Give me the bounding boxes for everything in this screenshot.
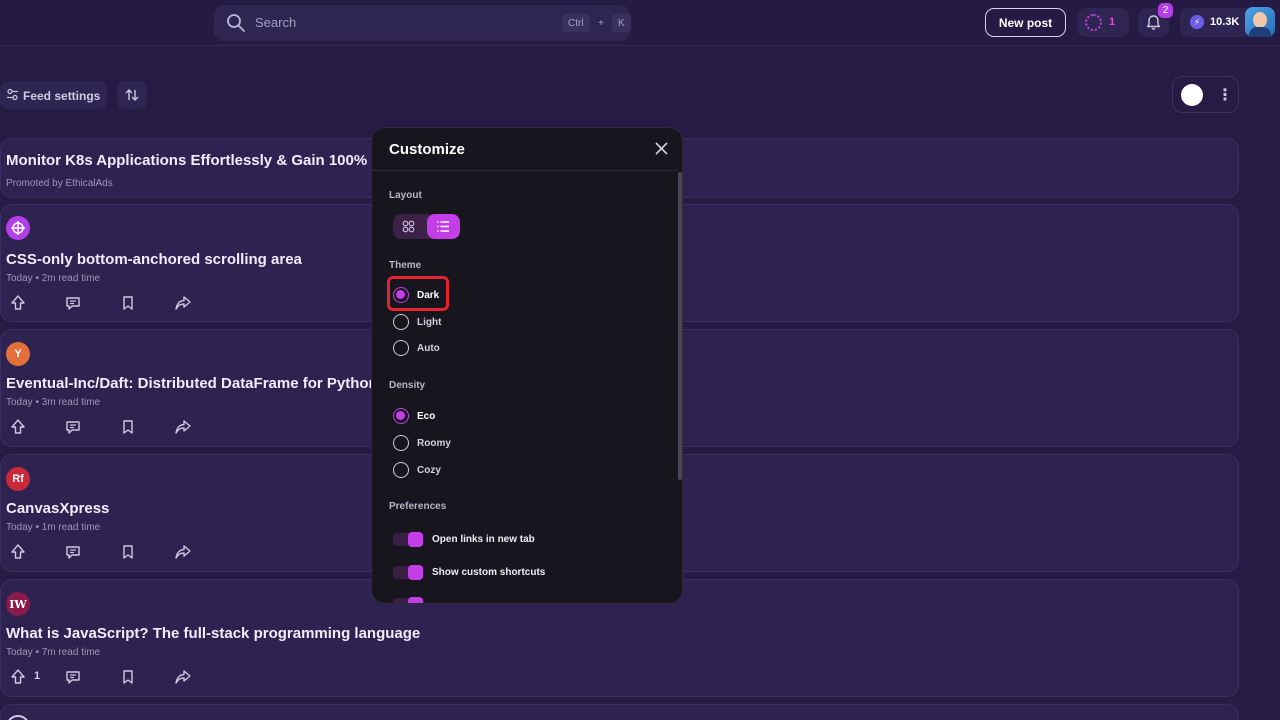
avatar-shirt bbox=[1249, 27, 1271, 37]
feed-settings-button[interactable]: Feed settings bbox=[0, 81, 107, 109]
share-icon[interactable] bbox=[174, 418, 192, 436]
scrollbar-thumb[interactable] bbox=[678, 172, 682, 480]
sliders-icon bbox=[7, 88, 18, 101]
modal-scrollbar[interactable] bbox=[677, 170, 682, 603]
search-bar[interactable]: Search Ctrl + K bbox=[214, 5, 631, 41]
crosshair-icon bbox=[11, 221, 25, 235]
avatar-face bbox=[1253, 12, 1267, 28]
upvote-icon[interactable] bbox=[9, 543, 27, 561]
card-title: What is JavaScript? The full-stack progr… bbox=[6, 625, 421, 642]
bookmark-icon[interactable] bbox=[119, 668, 137, 686]
card-actions bbox=[9, 418, 209, 436]
upvote-icon[interactable] bbox=[9, 418, 27, 436]
source-icon bbox=[6, 715, 30, 720]
theme-label-auto[interactable]: Auto bbox=[417, 343, 440, 354]
open-links-label: Open links in new tab bbox=[432, 534, 535, 545]
list-layout-button[interactable] bbox=[427, 214, 460, 239]
density-radio-eco[interactable] bbox=[393, 408, 409, 424]
profile-avatar[interactable] bbox=[1245, 7, 1275, 37]
theme-label-light[interactable]: Light bbox=[417, 317, 441, 328]
theme-radio-light[interactable] bbox=[393, 314, 409, 330]
reading-streak-button[interactable]: 1 bbox=[1077, 8, 1129, 37]
density-label-eco[interactable]: Eco bbox=[417, 411, 435, 422]
density-radio-roomy[interactable] bbox=[393, 435, 409, 451]
grid-layout-icon[interactable] bbox=[402, 220, 415, 233]
card-meta: Today • 2m read time bbox=[6, 273, 101, 284]
card-title: CanvasXpress bbox=[6, 500, 110, 517]
density-radio-cozy[interactable] bbox=[393, 462, 409, 478]
share-icon[interactable] bbox=[174, 543, 192, 561]
card-title: Eventual-Inc/Daft: Distributed DataFrame… bbox=[6, 375, 375, 392]
source-icon: Y bbox=[6, 342, 30, 366]
source-icon: IW bbox=[6, 592, 30, 616]
modal-title: Customize bbox=[389, 141, 465, 158]
close-icon[interactable] bbox=[655, 142, 668, 155]
upvote-icon[interactable] bbox=[9, 668, 27, 686]
highlight-box bbox=[387, 276, 449, 311]
more-options-icon[interactable]: ⋮ bbox=[1217, 85, 1233, 105]
modal-header: Customize bbox=[372, 128, 682, 171]
upvote-icon[interactable] bbox=[9, 294, 27, 312]
bookmark-icon[interactable] bbox=[119, 294, 137, 312]
streak-ring-icon bbox=[1085, 14, 1102, 31]
card-meta: Today • 7m read time bbox=[6, 647, 101, 658]
card-actions bbox=[9, 294, 209, 312]
shortcut-k-key: K bbox=[612, 14, 631, 32]
theme-section-label: Theme bbox=[389, 260, 422, 271]
toggle-knob bbox=[408, 532, 423, 547]
partial-toggle[interactable] bbox=[393, 597, 424, 603]
density-label-cozy[interactable]: Cozy bbox=[417, 465, 441, 476]
comment-icon[interactable] bbox=[64, 543, 82, 561]
shortcut-plus: + bbox=[598, 17, 604, 29]
github-icon[interactable] bbox=[1181, 84, 1203, 106]
top-bar: Search Ctrl + K New post 1 2 ⚡ 10.3K bbox=[0, 0, 1280, 46]
card-title: CSS-only bottom-anchored scrolling area bbox=[6, 251, 302, 268]
show-shortcuts-label: Show custom shortcuts bbox=[432, 567, 546, 578]
sort-arrows-icon bbox=[125, 89, 139, 101]
search-placeholder: Search bbox=[255, 15, 297, 30]
card-actions: 1 bbox=[9, 668, 209, 686]
streak-count: 1 bbox=[1109, 16, 1116, 28]
density-section-label: Density bbox=[389, 380, 426, 391]
toggle-knob bbox=[408, 597, 423, 603]
shortcut-ctrl-key: Ctrl bbox=[562, 14, 590, 32]
open-links-toggle[interactable] bbox=[393, 532, 424, 547]
layout-section-label: Layout bbox=[389, 190, 422, 201]
card-meta: Today • 1m read time bbox=[6, 522, 101, 533]
card-meta: Today • 3m read time bbox=[6, 397, 101, 408]
comment-icon[interactable] bbox=[64, 418, 82, 436]
upvote-count: 1 bbox=[34, 670, 41, 682]
source-icon bbox=[6, 216, 30, 240]
lightning-icon: ⚡ bbox=[1190, 15, 1204, 29]
bookmark-icon[interactable] bbox=[119, 418, 137, 436]
card-actions bbox=[9, 543, 209, 561]
github-button-group: ⋮ bbox=[1172, 76, 1239, 113]
comment-icon[interactable] bbox=[64, 294, 82, 312]
list-layout-icon bbox=[437, 221, 449, 232]
reputation-value: 10.3K bbox=[1210, 16, 1240, 28]
article-card-partial[interactable] bbox=[0, 704, 1239, 720]
search-icon bbox=[227, 14, 245, 32]
comment-icon[interactable] bbox=[64, 668, 82, 686]
customize-modal: Customize Layout Theme Dark Light Auto D… bbox=[371, 127, 683, 604]
toggle-knob bbox=[408, 565, 423, 580]
share-icon[interactable] bbox=[174, 668, 192, 686]
preferences-section-label: Preferences bbox=[389, 501, 447, 512]
show-shortcuts-toggle[interactable] bbox=[393, 565, 424, 580]
density-label-roomy[interactable]: Roomy bbox=[417, 438, 451, 449]
feed-settings-label: Feed settings bbox=[23, 89, 101, 103]
source-icon: Rf bbox=[6, 467, 30, 491]
card-title: Monitor K8s Applications Effortlessly & … bbox=[6, 152, 381, 169]
sort-button[interactable] bbox=[117, 81, 147, 109]
layout-toggle[interactable] bbox=[393, 214, 460, 239]
bookmark-icon[interactable] bbox=[119, 543, 137, 561]
share-icon[interactable] bbox=[174, 294, 192, 312]
theme-radio-auto[interactable] bbox=[393, 340, 409, 356]
notifications-badge: 2 bbox=[1158, 3, 1173, 18]
new-post-button[interactable]: New post bbox=[985, 8, 1066, 37]
card-meta: Promoted by EthicalAds bbox=[6, 178, 113, 189]
